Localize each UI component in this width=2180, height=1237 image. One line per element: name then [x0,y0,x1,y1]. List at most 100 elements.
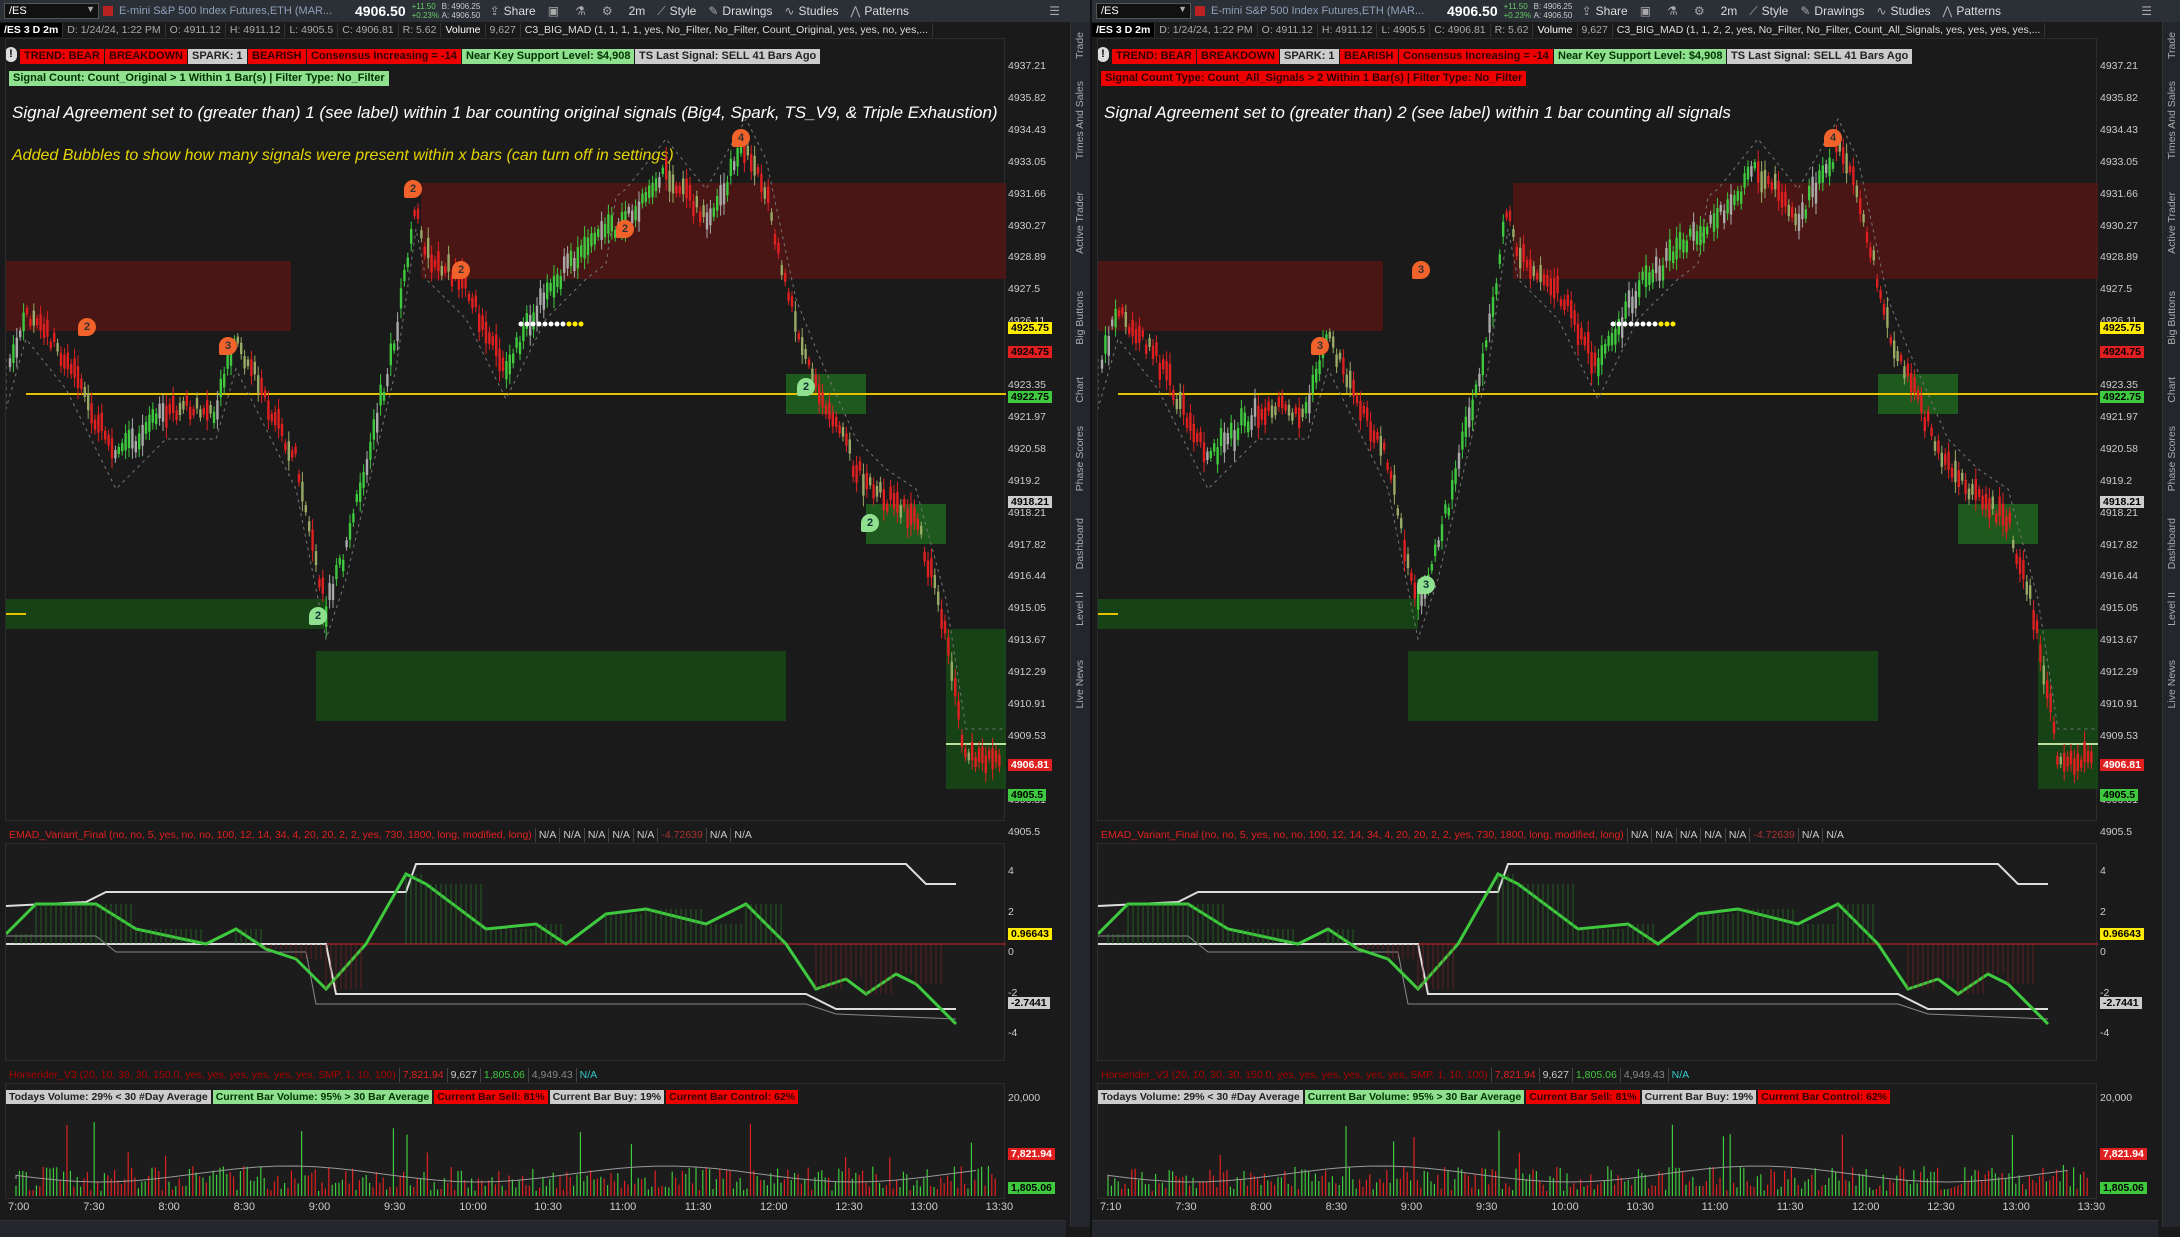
signal-bubble[interactable]: 4 [1824,129,1842,147]
flask-button[interactable]: ⚗ [575,4,590,18]
signal-bubble[interactable]: 2 [404,180,422,198]
side-tab[interactable]: Live News [2166,660,2178,708]
scroll-bar[interactable] [1092,1220,2158,1237]
volume-average [15,1165,977,1183]
study-label[interactable]: C3_BIG_MAD (1, 1, 1, 1, yes, No_Filter, … [521,23,934,37]
drawings-button[interactable]: ✎ Drawings [1800,4,1864,18]
price-axis[interactable]: 4937.21 4935.82 4934.43 4933.05 4931.66 4930.… [2098,38,2158,838]
emad-study-label[interactable]: EMAD_Variant_Final (no, no, 5, yes, no, … [1098,828,1627,842]
side-tab[interactable]: Active Trader [1074,192,1086,254]
side-tab[interactable]: Times And Sales [1074,81,1086,159]
settings-button[interactable]: ⚙ [1694,4,1709,18]
price-chart-area[interactable] [5,38,1006,821]
side-tab[interactable]: Level II [2166,592,2178,626]
symbol-selector[interactable]: /ES ▼ [4,3,99,19]
volume-value: 9,627 [486,23,521,37]
side-tab[interactable]: Chart [1074,377,1086,403]
emad-oscillator-pane[interactable] [1096,843,2098,1061]
candle [1247,421,1250,433]
menu-button[interactable]: ☰ [2141,4,2156,18]
signal-bubble[interactable]: 3 [1412,261,1430,279]
flask-button[interactable]: ⚗ [1667,4,1682,18]
price-tick: 4923.35 [1008,379,1046,391]
emad-tag-yellow: 0.96643 [1008,928,1052,940]
study-label[interactable]: C3_BIG_MAD (1, 1, 2, 2, yes, No_Filter, … [1613,23,2046,37]
style-button[interactable]: ⟋ Style [1749,4,1788,19]
timeframe-button[interactable]: 2m [629,4,646,18]
pencil-icon: ✎ [1800,4,1811,18]
candle [1566,294,1569,307]
share-button[interactable]: ⇪ Share [490,4,536,18]
side-tab[interactable]: Phase Scores [1074,426,1086,491]
signal-bubble[interactable]: 2 [616,220,634,238]
candle [801,337,804,355]
candle [943,620,947,634]
emad-oscillator-pane[interactable] [4,843,1006,1061]
signal-bubble[interactable]: 2 [78,318,96,336]
share-button[interactable]: ⇪ Share [1582,4,1628,18]
candle [1865,231,1869,243]
emad-axis[interactable]: 4 2 0 -2 -4 0.96643 -2.7441 [2098,843,2158,1061]
candle [1933,441,1937,451]
price-tick: 4927.5 [2100,283,2133,296]
volume-axis[interactable]: 20,000 7,821.94 10,000 1,805.06 [1006,1083,1066,1199]
signal-bubble[interactable]: 2 [861,514,879,532]
studies-button[interactable]: ∿ Studies [784,4,838,18]
timeframe-button[interactable]: 2m [1721,4,1738,18]
side-tab[interactable]: Live News [1074,660,1086,708]
horserider-study-label[interactable]: Horserider_V3 (20, 10, 30, 30, 150.0, ye… [1098,1068,1491,1082]
patterns-button[interactable]: ⋀ Patterns [851,4,910,18]
time-axis[interactable]: 7:00 7:30 8:00 8:30 9:00 9:30 10:00 10:30 11:00 1… [0,1201,1066,1215]
candle [1155,342,1158,356]
candle [110,438,114,459]
candle [2049,693,2052,712]
horserider-study-label[interactable]: Horserider_V3 (20, 10, 30, 30, 150.0, ye… [6,1068,399,1082]
emad-study-header: EMAD_Variant_Final (no, no, 5, yes, no, … [1098,828,1847,842]
side-tab[interactable]: Dashboard [1074,518,1086,569]
symbol-selector[interactable]: /ES ▼ [1096,3,1191,19]
candle [114,450,117,459]
side-tab[interactable]: Level II [1074,592,1086,626]
candle [70,363,73,374]
style-button[interactable]: ⟋ Style [657,4,696,19]
side-tab[interactable]: Dashboard [2166,518,2178,569]
volume-axis[interactable]: 20,000 7,821.94 10,000 1,805.06 [2098,1083,2158,1199]
side-tab[interactable]: Active Trader [2166,192,2178,254]
side-tab[interactable]: Trade [1074,32,1086,59]
side-tab[interactable]: Big Buttons [1074,291,1086,345]
price-axis[interactable]: 4937.21 4935.82 4934.43 4933.05 4931.66 4930.… [1006,38,1066,838]
side-tab[interactable]: Times And Sales [2166,81,2178,159]
signal-bubble[interactable]: 4 [732,129,750,147]
drawings-button[interactable]: ✎ Drawings [708,4,772,18]
settings-button[interactable]: ⚙ [602,4,617,18]
resistance-zone [1513,183,2098,279]
price-chart-area[interactable] [1097,38,2098,821]
share-icon: ⇪ [489,4,500,18]
link-color-icon[interactable] [1195,6,1205,16]
signal-bubble[interactable]: 2 [309,607,327,625]
signal-bubble[interactable]: 3 [219,337,237,355]
side-tab[interactable]: Big Buttons [2166,291,2178,345]
grid-button[interactable]: ▣ [1640,4,1655,18]
flask-icon: ⚗ [575,4,586,18]
grid-button[interactable]: ▣ [548,4,563,18]
candle [1801,202,1804,220]
emad-axis[interactable]: 4 2 0 -2 -4 0.96643 -2.7441 [1006,843,1066,1061]
signal-bubble[interactable]: 2 [452,261,470,279]
signal-bubble[interactable]: 2 [797,378,815,396]
signal-bubble[interactable]: 3 [1417,576,1435,594]
candle [1362,406,1365,414]
side-tab[interactable]: Phase Scores [2166,426,2178,491]
time-axis[interactable]: 7:10 7:30 8:00 8:30 9:00 9:30 10:00 10:30 11:00 1… [1092,1201,2158,1215]
emad-study-label[interactable]: EMAD_Variant_Final (no, no, 5, yes, no, … [6,828,535,842]
horserider-value: N/A [1667,1068,1693,1082]
signal-bubble[interactable]: 3 [1311,337,1329,355]
scroll-bar[interactable] [0,1220,1066,1237]
menu-button[interactable]: ☰ [1049,4,1064,18]
link-color-icon[interactable] [103,6,113,16]
patterns-button[interactable]: ⋀ Patterns [1943,4,2002,18]
candle [546,282,549,300]
side-tab[interactable]: Trade [2166,32,2178,59]
side-tab[interactable]: Chart [2166,377,2178,403]
studies-button[interactable]: ∿ Studies [1876,4,1930,18]
